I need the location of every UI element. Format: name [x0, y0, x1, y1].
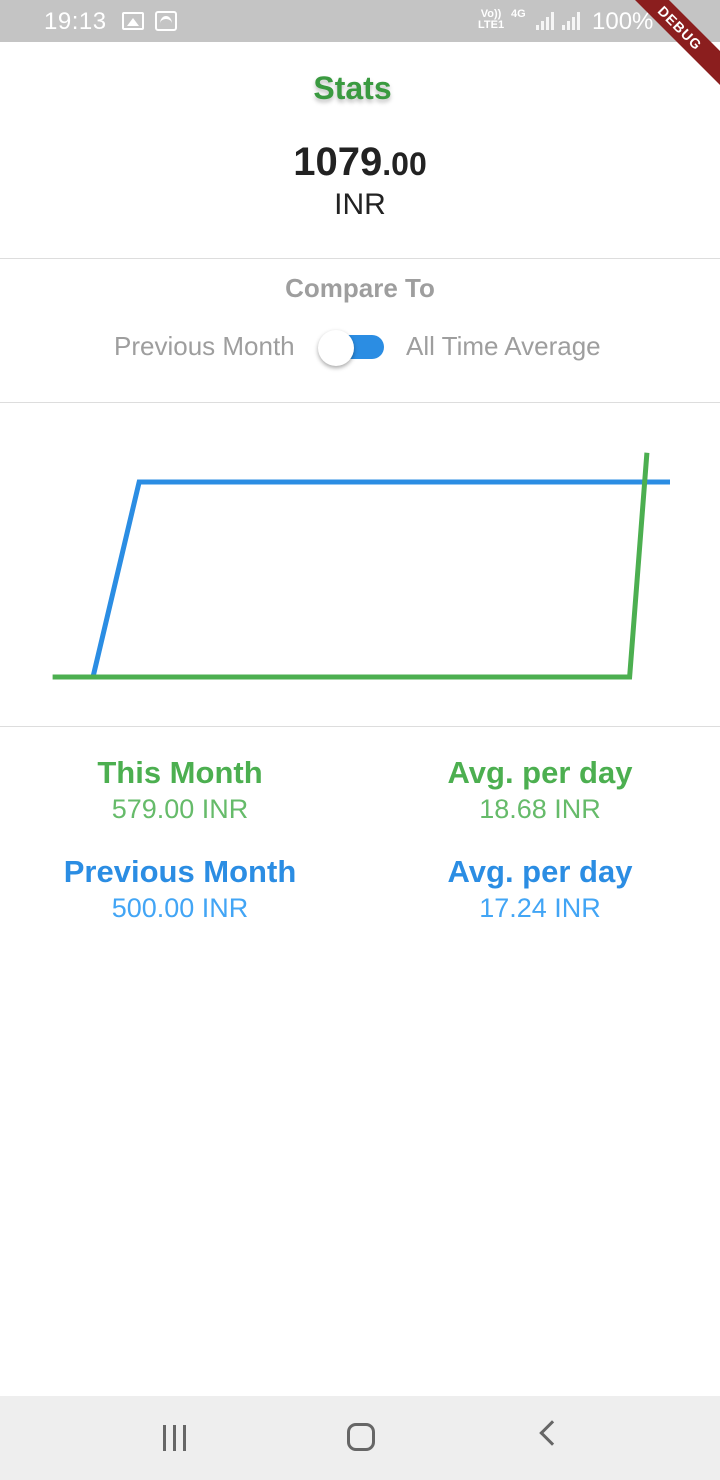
compare-title: Compare To	[285, 273, 435, 303]
compare-option-all-time-average: All Time Average	[406, 331, 601, 361]
this-month-avg-label: Avg. per day	[447, 755, 633, 790]
status-bar: 19:13 Vo)) LTE1 4G 100%	[0, 0, 720, 42]
volte-line-2: LTE1	[478, 19, 505, 31]
this-month-avg-value: 18.68 INR	[479, 794, 601, 824]
previous-month-label: Previous Month	[63, 854, 297, 889]
navigation-bar	[0, 1396, 720, 1480]
comparison-chart	[52, 452, 670, 680]
total-amount-whole: 1079	[293, 140, 383, 184]
previous-month-avg-value: 17.24 INR	[479, 893, 601, 923]
divider	[0, 258, 720, 259]
previous-month-line	[90, 479, 670, 678]
battery-level: 100%	[592, 8, 654, 35]
gallery-icon	[122, 12, 144, 30]
total-amount-cents: .00	[382, 146, 427, 182]
volte-indicator: Vo)) LTE1	[478, 9, 504, 31]
home-icon[interactable]	[347, 1423, 375, 1451]
page-title: Stats	[313, 70, 392, 106]
divider	[0, 726, 720, 727]
this-month-label: This Month	[97, 755, 263, 790]
this-month-value: 579.00 INR	[111, 794, 249, 824]
previous-month-avg-label: Avg. per day	[447, 854, 633, 889]
total-currency: INR	[334, 188, 386, 221]
total-amount: 1079.00	[0, 140, 720, 185]
compare-toggle-thumb[interactable]	[318, 330, 354, 366]
compare-option-previous-month: Previous Month	[114, 331, 295, 361]
previous-month-value: 500.00 INR	[111, 893, 249, 923]
wifi-icon	[155, 11, 177, 31]
back-icon[interactable]	[539, 1420, 565, 1446]
this-month-line	[52, 452, 650, 680]
signal-icon-2	[562, 12, 580, 30]
recent-apps-icon[interactable]	[161, 1425, 189, 1451]
signal-icon	[536, 12, 554, 30]
status-time: 19:13	[44, 8, 107, 35]
network-type: 4G	[511, 8, 526, 20]
